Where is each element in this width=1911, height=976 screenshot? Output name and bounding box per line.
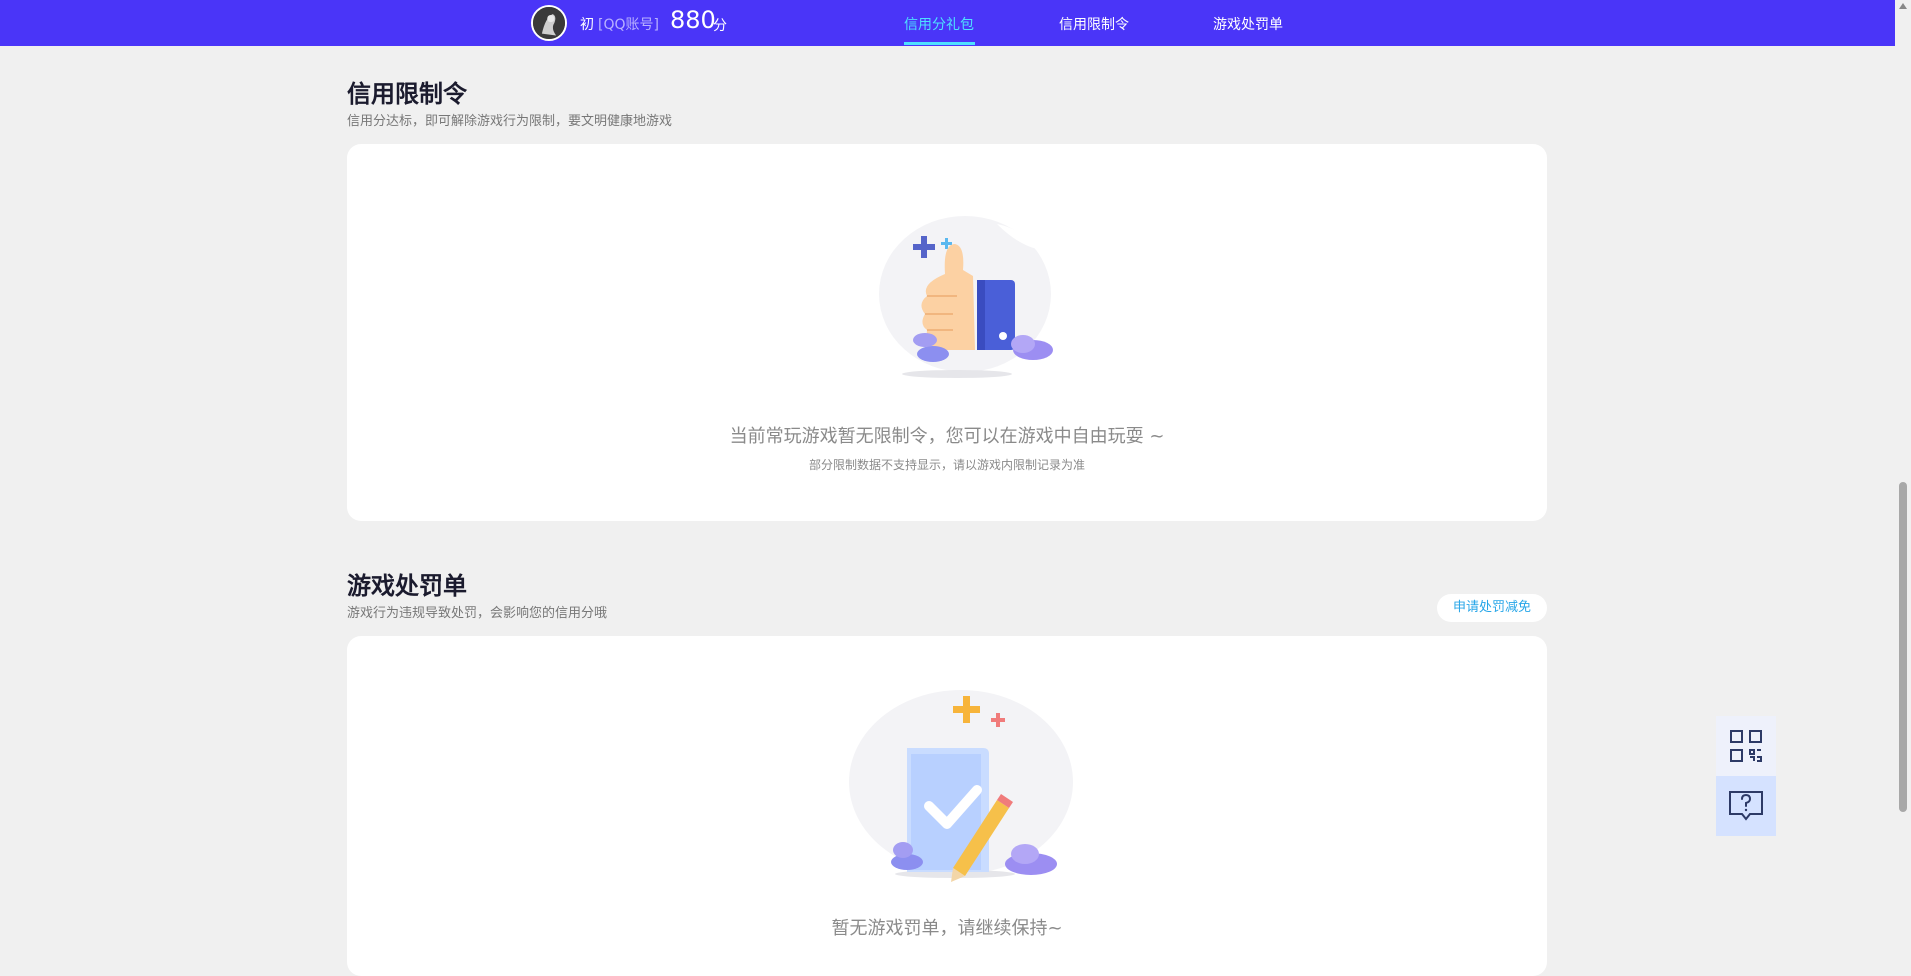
help-feedback-button[interactable] xyxy=(1716,776,1776,836)
restriction-empty-note: 部分限制数据不支持显示，请以游戏内限制记录为准 xyxy=(808,458,1085,472)
nav-active-indicator xyxy=(904,42,975,45)
restriction-section-title: 信用限制令 xyxy=(347,80,467,108)
penalty-section-subtitle: 游戏行为违规导致处罚，会影响您的信用分哦 xyxy=(347,606,608,621)
page-scrollbar[interactable] xyxy=(1895,0,1911,955)
penalty-card: 暂无游戏罚单，请继续保持~ xyxy=(347,636,1547,976)
qr-code-button[interactable] xyxy=(1716,716,1776,776)
clipboard-check-illustration xyxy=(849,690,1073,882)
restriction-card: 当前常玩游戏暂无限制令，您可以在游戏中自由玩耍 ~ 部分限制数据不支持显示，请以… xyxy=(347,144,1547,521)
qr-code-icon xyxy=(1730,730,1762,762)
penalty-empty-message: 暂无游戏罚单，请继续保持~ xyxy=(831,918,1063,939)
scroll-up-arrow-icon[interactable] xyxy=(1899,3,1907,9)
nav-tab-game-penalty[interactable]: 游戏处罚单 xyxy=(1213,14,1283,34)
credit-score: 880 xyxy=(670,6,716,34)
credit-score-unit: 分 xyxy=(713,18,727,34)
top-nav-bar: 初 [QQ账号] 880 分 信用分礼包 信用限制令 游戏处罚单 xyxy=(0,0,1895,46)
account-type: [QQ账号] xyxy=(598,17,659,33)
restriction-section-subtitle: 信用分达标，即可解除游戏行为限制，要文明健康地游戏 xyxy=(347,114,673,129)
scroll-thumb[interactable] xyxy=(1899,482,1907,812)
user-name: 初 xyxy=(580,17,594,33)
penalty-section-title: 游戏处罚单 xyxy=(347,572,467,600)
apply-penalty-reduction-button[interactable]: 申请处罚减免 xyxy=(1437,594,1547,622)
nav-tab-credit-restriction[interactable]: 信用限制令 xyxy=(1059,14,1129,34)
avatar[interactable] xyxy=(531,5,567,41)
nav-tab-credit-gift[interactable]: 信用分礼包 xyxy=(904,14,974,34)
thumbs-up-illustration xyxy=(879,216,1053,378)
help-chat-icon xyxy=(1729,791,1763,821)
restriction-empty-message: 当前常玩游戏暂无限制令，您可以在游戏中自由玩耍 ~ xyxy=(729,426,1165,447)
